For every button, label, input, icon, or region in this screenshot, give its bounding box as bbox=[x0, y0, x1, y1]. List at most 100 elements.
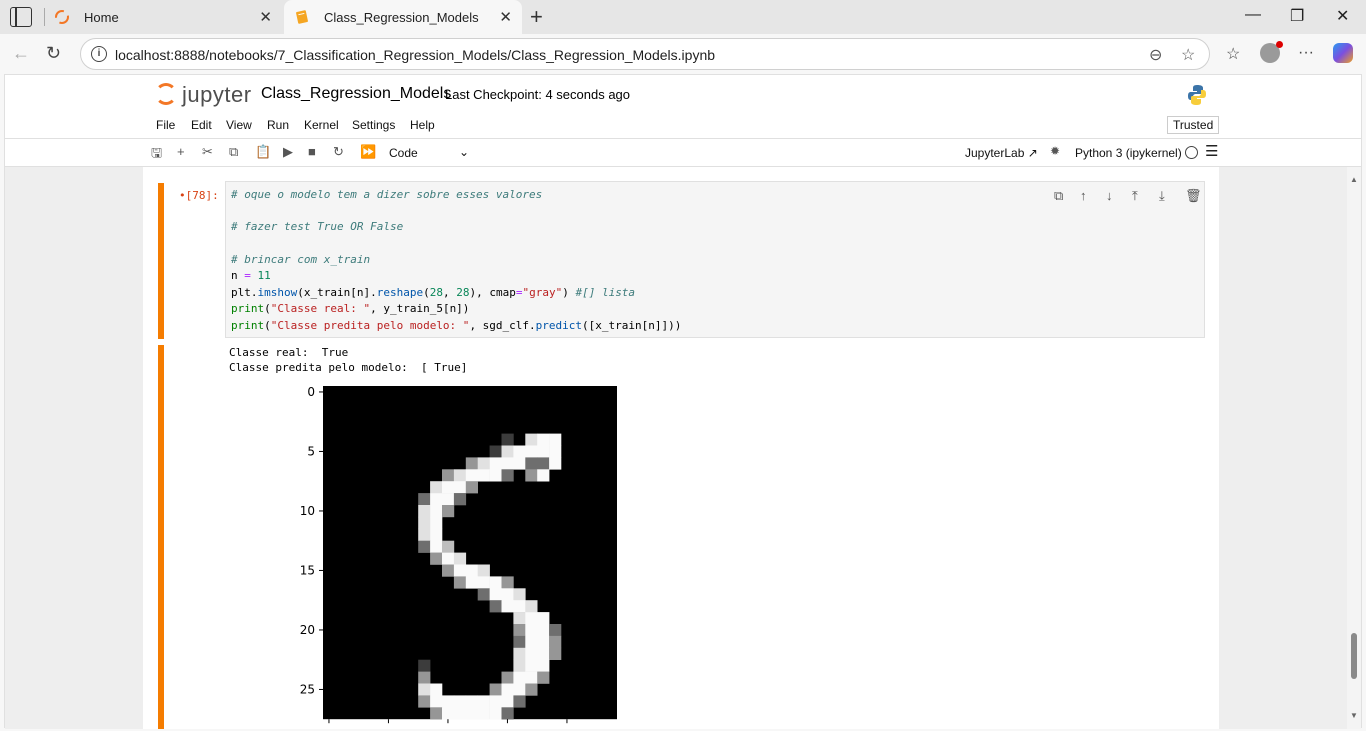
image-pixel bbox=[537, 433, 550, 446]
menu-help[interactable]: Help bbox=[410, 118, 435, 132]
image-pixel bbox=[477, 457, 490, 470]
menu-run[interactable]: Run bbox=[267, 118, 289, 132]
image-pixel bbox=[430, 695, 443, 708]
y-tick-label: 5 bbox=[307, 444, 315, 458]
scroll-up-icon[interactable]: ▲ bbox=[1350, 175, 1358, 184]
image-pixel bbox=[525, 469, 538, 482]
notebook-title[interactable]: Class_Regression_Models bbox=[261, 85, 451, 103]
favorites-icon[interactable]: ☆ bbox=[1226, 44, 1240, 64]
reload-icon[interactable]: ↻ bbox=[46, 43, 61, 64]
scrollbar-thumb[interactable] bbox=[1351, 633, 1357, 679]
code-editor[interactable]: # oque o modelo tem a dizer sobre esses … bbox=[225, 181, 1205, 338]
menu-settings[interactable]: Settings bbox=[352, 118, 395, 132]
image-pixel bbox=[430, 552, 443, 565]
debugger-icon[interactable]: ✹ bbox=[1050, 144, 1060, 158]
vertical-scrollbar[interactable]: ▲ ▼ bbox=[1347, 167, 1361, 729]
image-pixel bbox=[489, 600, 502, 613]
image-pixel bbox=[549, 445, 562, 458]
image-pixel bbox=[418, 516, 431, 530]
restart-icon[interactable]: ↻ bbox=[333, 144, 344, 160]
image-pixel bbox=[537, 445, 550, 458]
menu-lines-icon[interactable]: ☰ bbox=[1205, 142, 1218, 160]
jupyterlab-link[interactable]: JupyterLab ↗ bbox=[965, 146, 1038, 160]
zoom-icon[interactable]: ⊖ bbox=[1149, 45, 1162, 65]
image-pixel bbox=[418, 695, 431, 708]
image-pixel bbox=[537, 624, 550, 637]
site-info-icon[interactable]: i bbox=[91, 46, 107, 62]
image-pixel bbox=[418, 683, 431, 696]
close-icon[interactable]: ✕ bbox=[259, 8, 272, 26]
favorite-star-icon[interactable]: ☆ bbox=[1181, 45, 1195, 65]
image-pixel bbox=[525, 635, 538, 649]
kernel-status-icon bbox=[1185, 146, 1198, 159]
insert-below-icon[interactable]: ⤓ bbox=[1159, 188, 1165, 204]
notebook-panel: •[78]: # oque o modelo tem a dizer sobre… bbox=[143, 167, 1219, 729]
y-tick-label: 0 bbox=[307, 385, 315, 399]
tab-home[interactable]: Home ✕ bbox=[44, 0, 282, 34]
url-text[interactable]: localhost:8888/notebooks/7_Classificatio… bbox=[115, 47, 715, 63]
image-pixel bbox=[430, 540, 443, 553]
image-pixel bbox=[442, 540, 455, 553]
tab-notebook-label: Class_Regression_Models bbox=[324, 9, 479, 25]
image-pixel bbox=[453, 707, 467, 720]
new-tab-icon[interactable]: + bbox=[530, 4, 543, 30]
paste-icon[interactable]: 📋 bbox=[255, 144, 271, 160]
image-pixel bbox=[477, 564, 490, 577]
menu-kernel[interactable]: Kernel bbox=[304, 118, 339, 132]
tab-notebook[interactable]: Class_Regression_Models ✕ bbox=[284, 0, 522, 34]
image-pixel bbox=[501, 445, 514, 458]
tab-actions-icon[interactable] bbox=[10, 7, 32, 27]
image-pixel bbox=[453, 552, 467, 565]
image-pixel bbox=[513, 683, 526, 696]
window-close-icon[interactable]: ✕ bbox=[1336, 6, 1349, 26]
back-icon[interactable]: ← bbox=[12, 43, 30, 64]
jupyter-logo[interactable]: jupyter bbox=[155, 81, 255, 109]
trusted-badge[interactable]: Trusted bbox=[1167, 116, 1220, 134]
kernel-name[interactable]: Python 3 (ipykernel) bbox=[1075, 146, 1182, 160]
menu-view[interactable]: View bbox=[226, 118, 252, 132]
profile-avatar[interactable] bbox=[1260, 41, 1283, 63]
jupyter-logo-icon bbox=[155, 83, 177, 105]
image-pixel bbox=[501, 433, 514, 446]
image-pixel bbox=[442, 707, 455, 720]
image-pixel bbox=[525, 600, 538, 613]
image-pixel bbox=[501, 671, 514, 684]
stop-icon[interactable]: ■ bbox=[308, 144, 316, 159]
insert-above-icon[interactable]: ⤒ bbox=[1132, 188, 1138, 204]
cell-type-select[interactable]: Code ⌄ bbox=[389, 145, 469, 160]
code-line: # brincar com x_train bbox=[231, 253, 371, 266]
delete-cell-icon[interactable]: 🗑 bbox=[1185, 188, 1202, 204]
run-icon[interactable]: ▶ bbox=[283, 144, 293, 160]
image-pixel bbox=[513, 445, 526, 458]
move-up-icon[interactable]: ↑ bbox=[1080, 188, 1087, 203]
image-pixel bbox=[430, 707, 443, 720]
save-icon[interactable]: 🖫 bbox=[151, 144, 162, 166]
image-pixel bbox=[525, 612, 538, 625]
move-down-icon[interactable]: ↓ bbox=[1106, 188, 1113, 203]
copilot-icon[interactable] bbox=[1333, 43, 1353, 63]
y-tick-label: 25 bbox=[300, 682, 315, 696]
image-pixel bbox=[525, 671, 538, 684]
image-pixel bbox=[442, 481, 455, 494]
address-bar[interactable]: i localhost:8888/notebooks/7_Classificat… bbox=[80, 38, 1210, 70]
restart-run-all-icon[interactable]: ⏩ bbox=[360, 144, 376, 160]
menu-edit[interactable]: Edit bbox=[191, 118, 212, 132]
menu-file[interactable]: File bbox=[156, 118, 175, 132]
minimize-icon[interactable]: — bbox=[1245, 6, 1261, 24]
cell-active-bar bbox=[158, 183, 164, 339]
image-pixel bbox=[418, 528, 431, 541]
close-icon[interactable]: ✕ bbox=[499, 8, 512, 26]
jupyter-logo-text: jupyter bbox=[182, 82, 252, 107]
notebook-favicon-icon bbox=[296, 10, 308, 24]
copy-icon[interactable]: ⧉ bbox=[229, 144, 238, 160]
add-cell-icon[interactable]: + bbox=[177, 144, 185, 159]
scroll-down-icon[interactable]: ▼ bbox=[1350, 711, 1358, 720]
cut-icon[interactable]: ✂ bbox=[202, 144, 213, 160]
restore-icon[interactable]: ❐ bbox=[1290, 6, 1304, 26]
duplicate-cell-icon[interactable]: ⧉ bbox=[1054, 188, 1063, 204]
image-pixel bbox=[465, 481, 478, 494]
more-icon[interactable]: ··· bbox=[1298, 44, 1314, 62]
image-pixel bbox=[489, 469, 502, 482]
chevron-down-icon: ⌄ bbox=[458, 145, 469, 159]
image-pixel bbox=[418, 493, 431, 506]
